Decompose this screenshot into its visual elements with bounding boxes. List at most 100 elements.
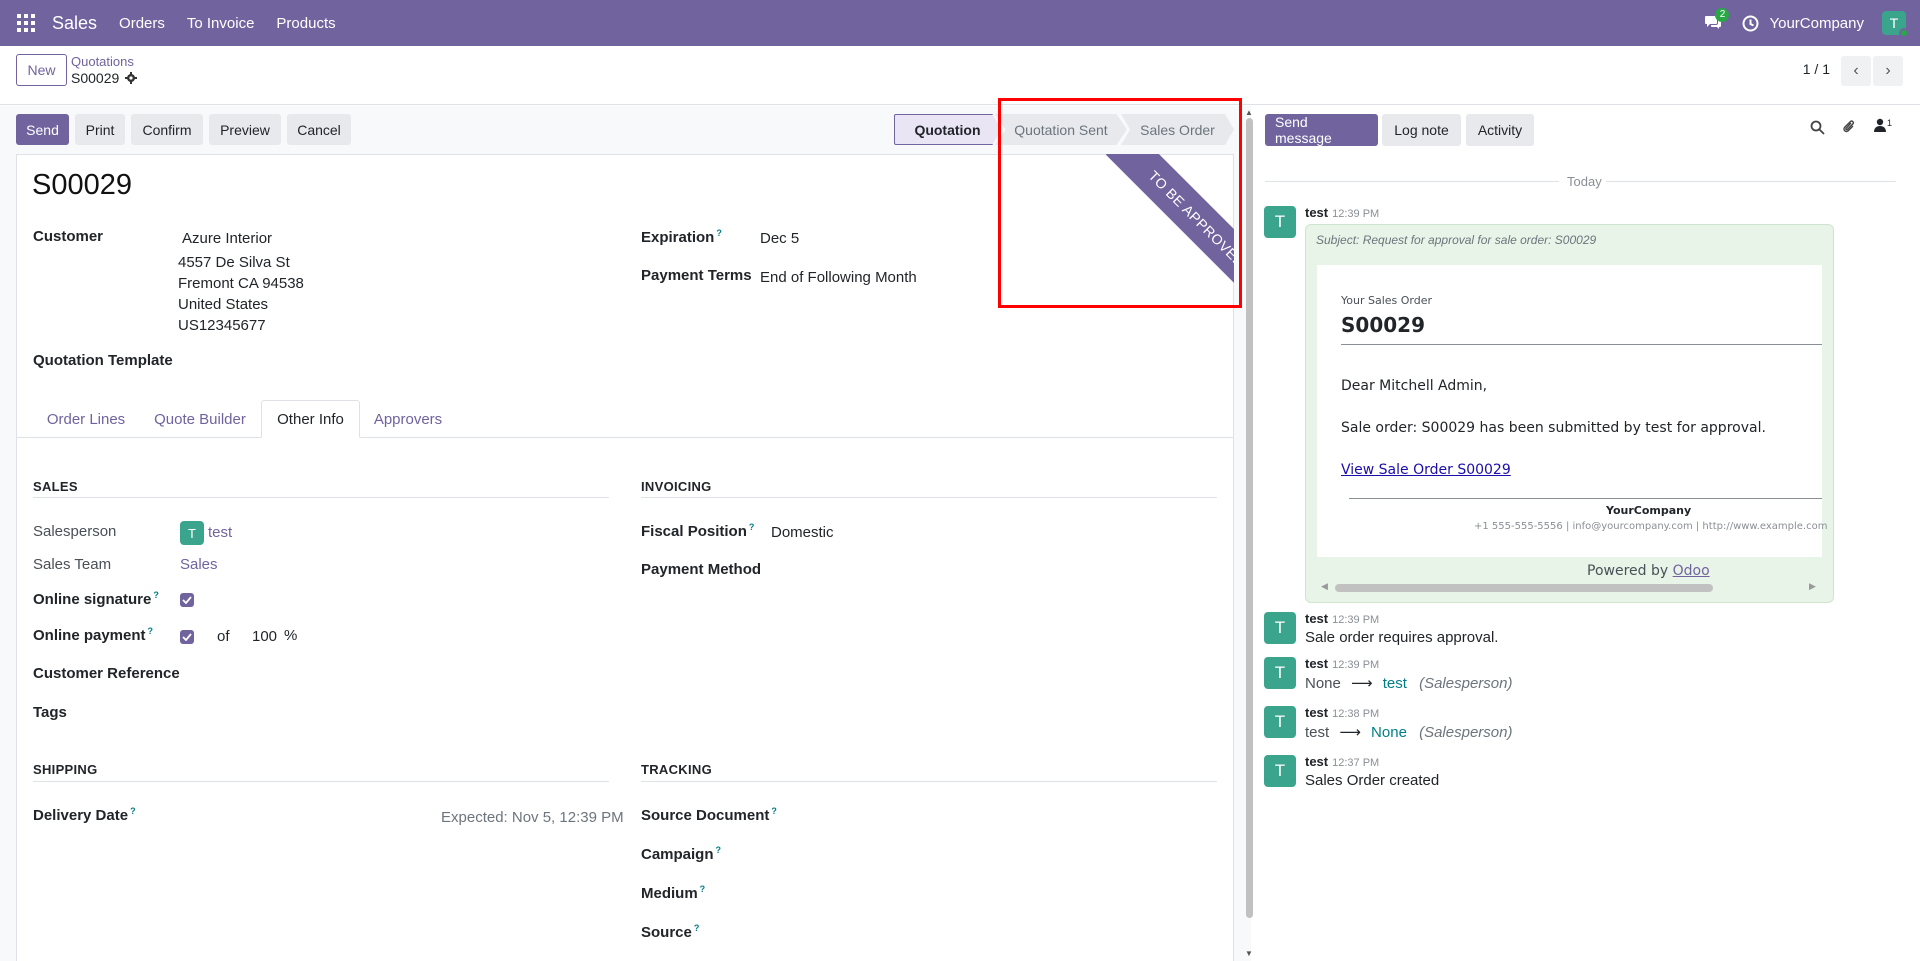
fiscal-position-value[interactable]: Domestic [771, 524, 834, 541]
message-avatar[interactable]: T [1264, 657, 1296, 689]
today-separator: Today [1563, 174, 1606, 189]
hscroll-thumb[interactable] [1335, 584, 1713, 592]
shipping-section-divider [33, 781, 609, 782]
online-signature-help-icon[interactable]: ? [153, 590, 159, 600]
message-author: test 12:38 PM [1305, 705, 1379, 720]
email-hscrollbar[interactable]: ◀ ▶ [1317, 581, 1822, 594]
tracking-old-value: None [1305, 675, 1341, 692]
pager-previous-icon[interactable]: ‹ [1841, 56, 1871, 86]
tab-approvers[interactable]: Approvers [364, 400, 452, 438]
message-time: 12:39 PM [1332, 208, 1380, 220]
sales-team-label: Sales Team [33, 556, 112, 573]
attachments-icon[interactable] [1842, 119, 1856, 139]
activity-clock-icon[interactable] [1731, 0, 1769, 46]
sales-team-value[interactable]: Sales [180, 556, 218, 573]
scroll-right-icon[interactable]: ▶ [1809, 581, 1816, 592]
stage-sales-order[interactable]: Sales Order [1121, 114, 1234, 145]
campaign-label: Campaign? [641, 845, 721, 863]
email-body-text: Sale order: S00029 has been submitted by… [1341, 420, 1766, 436]
search-messages-icon[interactable] [1810, 120, 1825, 139]
quotation-template-label: Quotation Template [33, 352, 173, 369]
delivery-date-label: Delivery Date? [33, 806, 136, 824]
email-view-order-link[interactable]: View Sale Order S00029 [1341, 462, 1511, 478]
online-signature-label: Online signature? [33, 590, 159, 608]
customer-street: 4557 De Silva St [178, 254, 290, 271]
odoo-link[interactable]: Odoo [1673, 563, 1710, 579]
pager-next-icon[interactable]: › [1873, 56, 1903, 86]
message-author: test 12:37 PM [1305, 754, 1379, 769]
expiration-label: Expiration? [641, 228, 722, 246]
activity-button[interactable]: Activity [1466, 114, 1534, 146]
scroll-thumb[interactable] [1246, 118, 1253, 918]
apps-menu-icon[interactable] [0, 0, 52, 46]
delivery-date-help-icon[interactable]: ? [130, 806, 136, 816]
preview-button[interactable]: Preview [209, 114, 281, 145]
tracking-new-value: test [1382, 675, 1407, 692]
message-time: 12:37 PM [1332, 757, 1380, 769]
user-avatar[interactable]: T [1882, 11, 1909, 38]
online-payment-label: Online payment? [33, 626, 153, 644]
source-document-help-icon[interactable]: ? [771, 806, 777, 816]
form-scrollbar[interactable]: ▲ ▼ [1244, 106, 1254, 961]
expiration-help-icon[interactable]: ? [716, 228, 722, 238]
message-body: Sale order requires approval. [1305, 629, 1499, 646]
scroll-left-icon[interactable]: ◀ [1321, 581, 1328, 592]
delivery-date-expected: Expected: Nov 5, 12:39 PM [441, 809, 624, 826]
prepayment-percent-input[interactable]: 100 [252, 628, 277, 645]
menu-to-invoice[interactable]: To Invoice [187, 15, 255, 32]
message-avatar[interactable]: T [1264, 206, 1296, 238]
messaging-icon[interactable]: 2 [1695, 0, 1731, 46]
record-name[interactable]: S00029 [32, 169, 132, 202]
powered-by-text: Powered by [1587, 563, 1669, 579]
app-name[interactable]: Sales [52, 13, 97, 34]
customer-reference-label: Customer Reference [33, 665, 180, 682]
campaign-help-icon[interactable]: ? [716, 845, 722, 855]
source-help-icon[interactable]: ? [694, 923, 700, 933]
breadcrumb-quotations[interactable]: Quotations [71, 54, 134, 69]
send-button[interactable]: Send [16, 114, 69, 145]
email-greeting: Dear Mitchell Admin, [1341, 378, 1488, 394]
tracking-field-name: (Salesperson) [1419, 724, 1513, 741]
message-author: test 12:39 PM [1305, 611, 1379, 626]
fiscal-position-help-icon[interactable]: ? [749, 522, 755, 532]
print-button[interactable]: Print [75, 114, 125, 145]
payment-terms-value[interactable]: End of Following Month [760, 269, 917, 286]
company-switcher[interactable]: YourCompany [1769, 15, 1864, 32]
scroll-up-icon[interactable]: ▲ [1245, 108, 1253, 117]
tab-order-lines[interactable]: Order Lines [33, 400, 139, 438]
powered-by: Powered by Odoo [1587, 563, 1710, 579]
menu-products[interactable]: Products [276, 15, 335, 32]
online-payment-checkbox[interactable] [180, 630, 194, 644]
delivery-date-label-text: Delivery Date [33, 807, 129, 824]
message-author-name: test [1305, 656, 1329, 671]
medium-help-icon[interactable]: ? [700, 884, 706, 894]
scroll-down-icon[interactable]: ▼ [1245, 949, 1253, 958]
message-avatar[interactable]: T [1264, 706, 1296, 738]
pager-value[interactable]: 1 / 1 [1803, 61, 1830, 77]
arrow-right-icon: ⟶ [1351, 675, 1373, 692]
gear-icon[interactable] [125, 72, 138, 84]
new-button[interactable]: New [16, 54, 67, 86]
online-signature-checkbox[interactable] [180, 593, 194, 607]
tab-other-info[interactable]: Other Info [261, 400, 360, 438]
cancel-button[interactable]: Cancel [287, 114, 351, 145]
message-avatar[interactable]: T [1264, 612, 1296, 644]
today-divider-right [1601, 181, 1896, 182]
source-label-text: Source [641, 924, 692, 941]
menu-orders[interactable]: Orders [119, 15, 165, 32]
confirm-button[interactable]: Confirm [131, 114, 203, 145]
online-payment-help-icon[interactable]: ? [148, 626, 154, 636]
salesperson-value[interactable]: test [208, 524, 232, 541]
followers-icon[interactable]: 1 [1874, 118, 1892, 132]
email-header-big: S00029 [1341, 313, 1425, 337]
expiration-value[interactable]: Dec 5 [760, 230, 799, 247]
message-avatar[interactable]: T [1264, 755, 1296, 787]
log-note-button[interactable]: Log note [1382, 114, 1461, 146]
customer-name[interactable]: Azure Interior [182, 230, 272, 247]
message-author: test 12:39 PM [1305, 205, 1379, 220]
tab-quote-builder[interactable]: Quote Builder [143, 400, 257, 438]
stage-quotation[interactable]: Quotation [894, 114, 1001, 145]
send-message-button[interactable]: Send message [1265, 114, 1378, 146]
stage-quotation-sent[interactable]: Quotation Sent [995, 114, 1127, 145]
sales-section-title: SALES [33, 479, 78, 494]
